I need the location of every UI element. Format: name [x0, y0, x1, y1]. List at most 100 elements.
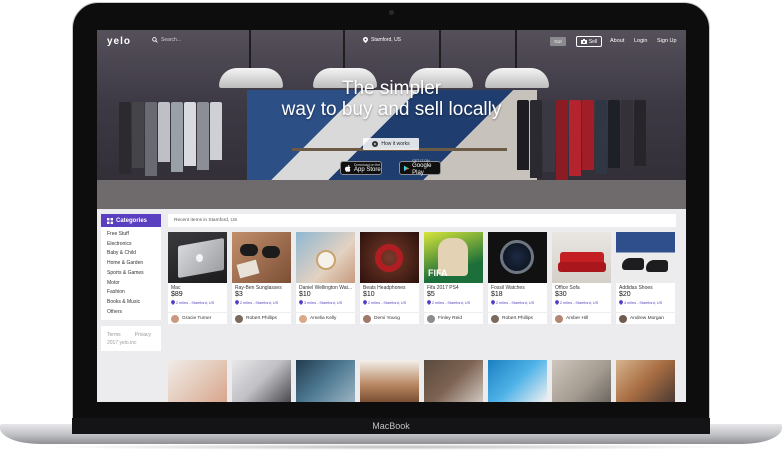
item-title[interactable]: Ray-Ben Sunglasses — [232, 283, 291, 291]
item-thumb-row2[interactable] — [616, 360, 675, 402]
item-thumb-row2[interactable] — [360, 360, 419, 402]
item-thumbnail[interactable] — [488, 232, 547, 283]
laptop-shadow — [40, 444, 742, 450]
item-seller[interactable]: Andrew Morgan — [616, 312, 675, 324]
item-seller[interactable]: Amber Hill — [552, 312, 611, 324]
seller-name[interactable]: Robert Phillips — [502, 316, 533, 321]
map-pin-icon — [555, 300, 559, 305]
item-thumb-row2[interactable] — [168, 360, 227, 402]
item-title[interactable]: Daniel Wellington Wat... — [296, 283, 355, 291]
item-thumbnail[interactable] — [552, 232, 611, 283]
map-pin-icon — [235, 300, 239, 305]
item-thumbnail[interactable] — [616, 232, 675, 283]
camera-icon — [580, 39, 587, 44]
app-store-big: App Store — [354, 166, 381, 173]
avatar[interactable] — [171, 314, 179, 323]
sell-button[interactable]: Sell — [576, 36, 602, 47]
item-thumbnail[interactable] — [296, 232, 355, 283]
item-card[interactable]: Daniel Wellington Wat... $10 3 miles - Sta… — [296, 232, 355, 324]
item-location: 2 miles - Stamford, US — [424, 299, 483, 305]
item-thumbnail[interactable] — [232, 232, 291, 283]
item-card[interactable]: Mac $89 2 miles - Stamford, US Gracie Turne… — [168, 232, 227, 324]
avatar[interactable] — [427, 314, 435, 323]
item-title[interactable]: Beats Headphones — [360, 283, 419, 291]
item-card[interactable]: Fossil Watches $18 2 miles - Stamford, US R… — [488, 232, 547, 324]
google-play-icon — [404, 165, 410, 171]
avatar[interactable] — [619, 314, 627, 323]
item-thumb-row2[interactable] — [424, 360, 483, 402]
item-seller[interactable]: Demi Young — [360, 312, 419, 324]
seller-name[interactable]: Demi Young — [374, 316, 400, 321]
item-location-text: 2 miles - Stamford, US — [240, 300, 279, 305]
item-thumb-row2[interactable] — [488, 360, 547, 402]
site-logo[interactable]: yelo — [107, 36, 131, 47]
item-price: $18 — [491, 291, 503, 298]
category-item[interactable]: Baby & Child — [107, 249, 161, 259]
nav-signup[interactable]: Sign Up — [657, 38, 677, 44]
map-pin-icon — [619, 300, 623, 305]
item-title[interactable]: Mac — [168, 283, 227, 291]
seller-name[interactable]: Andrew Morgan — [630, 316, 664, 321]
item-thumbnail[interactable] — [168, 232, 227, 283]
go-button[interactable]: Go! — [550, 37, 566, 46]
category-item[interactable]: Sports & Games — [107, 269, 161, 279]
item-location: 2 miles - Stamford, US — [360, 299, 419, 305]
item-thumbnail[interactable] — [360, 232, 419, 283]
avatar[interactable] — [555, 314, 563, 323]
item-title[interactable]: Fifa 2017 PS4 — [424, 283, 483, 291]
item-card[interactable]: FIFA Fifa 2017 PS4 $5 2 miles - Stamford, U… — [424, 232, 483, 324]
item-card[interactable]: Addidas Shoes $20 4 miles - Stamford, US An… — [616, 232, 675, 324]
location-value: Stamford, US — [371, 37, 402, 43]
avatar[interactable] — [235, 314, 243, 323]
avatar[interactable] — [491, 314, 499, 323]
category-item[interactable]: Electronics — [107, 240, 161, 250]
item-seller[interactable]: Gracie Turner — [168, 312, 227, 324]
seller-name[interactable]: Finley Reid — [438, 316, 462, 321]
item-thumb-row2[interactable] — [232, 360, 291, 402]
nav-about[interactable]: About — [610, 38, 624, 44]
item-seller[interactable]: Robert Phillips — [488, 312, 547, 324]
category-item[interactable]: Motor — [107, 279, 161, 289]
item-location: 4 miles - Stamford, US — [616, 299, 675, 305]
terms-link[interactable]: Terms — [107, 331, 121, 339]
seller-name[interactable]: Gracie Turner — [182, 316, 211, 321]
category-item[interactable]: Others — [107, 308, 161, 318]
how-it-works-button[interactable]: How it works — [363, 138, 419, 150]
avatar[interactable] — [363, 314, 371, 323]
item-seller[interactable]: Finley Reid — [424, 312, 483, 324]
seller-name[interactable]: Robert Phillips — [246, 316, 277, 321]
nav-login[interactable]: Login — [634, 38, 647, 44]
item-card[interactable]: Office Sofa $30 2 miles - Stamford, US Ambe… — [552, 232, 611, 324]
app-store-button[interactable]: Download on the App Store — [340, 161, 382, 175]
category-item[interactable]: Books & Music — [107, 298, 161, 308]
item-location: 2 miles - Stamford, US — [552, 299, 611, 305]
category-item[interactable]: Fashion — [107, 288, 161, 298]
seller-name[interactable]: Amelia Kelly — [310, 316, 336, 321]
categories-header[interactable]: Categories — [101, 214, 161, 227]
item-title[interactable]: Addidas Shoes — [616, 283, 675, 291]
item-seller[interactable]: Robert Phillips — [232, 312, 291, 324]
recent-items-label: Recent items in Stamford, US — [168, 214, 676, 227]
category-item[interactable]: Home & Garden — [107, 259, 161, 269]
search-field[interactable]: Search... — [152, 37, 181, 43]
item-card[interactable]: Beats Headphones $10 2 miles - Stamford, U… — [360, 232, 419, 324]
item-thumb-row2[interactable] — [552, 360, 611, 402]
hero-line-1: The simpler — [341, 78, 442, 99]
seller-name[interactable]: Amber Hill — [566, 316, 588, 321]
item-card[interactable]: Ray-Ben Sunglasses $3 2 miles - Stamford, … — [232, 232, 291, 324]
privacy-link[interactable]: Privacy — [135, 331, 151, 339]
item-title[interactable]: Fossil Watches — [488, 283, 547, 291]
item-thumb-row2[interactable] — [296, 360, 355, 402]
item-seller[interactable]: Amelia Kelly — [296, 312, 355, 324]
browser-screen: yelo Search... Stamford, US Go! Sell Abo… — [97, 30, 686, 402]
avatar[interactable] — [299, 314, 307, 323]
item-thumbnail[interactable]: FIFA — [424, 232, 483, 283]
location-field[interactable]: Stamford, US — [363, 37, 401, 43]
search-placeholder: Search... — [161, 37, 182, 43]
google-play-button[interactable]: GET IT ON Google Play — [399, 159, 441, 176]
hero-floor — [97, 180, 686, 209]
item-price: $30 — [555, 291, 567, 298]
category-item[interactable]: Free Stuff — [107, 230, 161, 240]
item-title[interactable]: Office Sofa — [552, 283, 611, 291]
item-price: $10 — [363, 291, 375, 298]
